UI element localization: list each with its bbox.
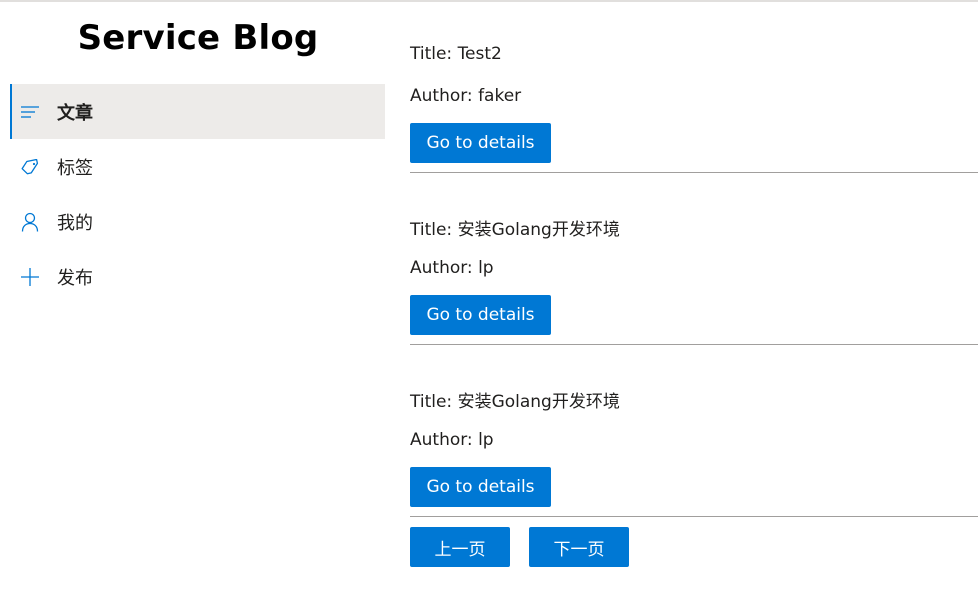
go-to-details-button[interactable]: Go to details [410, 123, 551, 163]
post-title: Title: 安装Golang开发环境 [410, 392, 620, 412]
sidebar-nav: 文章 标签 我的 发布 [10, 84, 385, 304]
post-author: Author: faker [410, 86, 522, 106]
post-divider [410, 172, 978, 173]
tag-icon [20, 157, 40, 177]
sidebar-item-label: 标签 [57, 157, 93, 179]
sidebar-item-label: 发布 [57, 267, 93, 289]
post-divider [410, 516, 978, 517]
sidebar-item-label: 我的 [57, 212, 93, 234]
add-icon [20, 267, 40, 287]
go-to-details-button[interactable]: Go to details [410, 467, 551, 507]
article-list-icon [20, 102, 40, 122]
go-to-details-button[interactable]: Go to details [410, 295, 551, 335]
post-author: Author: lp [410, 258, 494, 278]
sidebar-item-label: 文章 [57, 102, 93, 124]
post-author: Author: lp [410, 430, 494, 450]
next-page-button[interactable]: 下一页 [529, 527, 629, 567]
post-title: Title: Test2 [410, 44, 502, 64]
sidebar-item-articles[interactable]: 文章 [10, 84, 385, 139]
sidebar-item-tags[interactable]: 标签 [10, 139, 385, 194]
person-icon [20, 212, 40, 232]
post-title: Title: 安装Golang开发环境 [410, 220, 620, 240]
sidebar: Service Blog 文章 标签 我的 发布 [0, 2, 386, 603]
sidebar-item-publish[interactable]: 发布 [10, 249, 385, 304]
prev-page-button[interactable]: 上一页 [410, 527, 510, 567]
post-divider [410, 344, 978, 345]
blog-title: Service Blog [77, 18, 319, 58]
sidebar-item-mine[interactable]: 我的 [10, 194, 385, 249]
